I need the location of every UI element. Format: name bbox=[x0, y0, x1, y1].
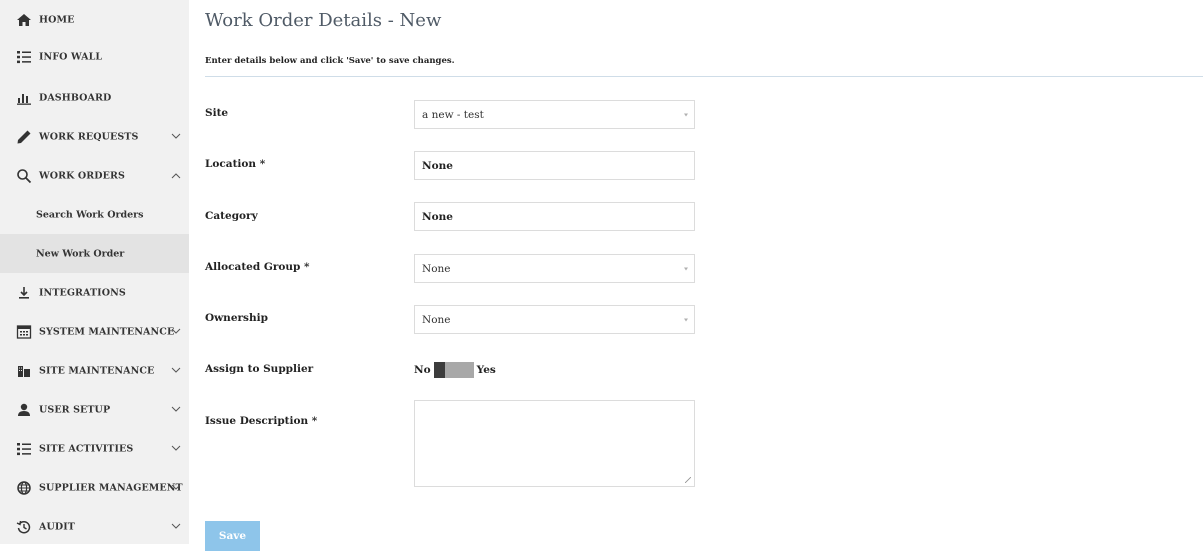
toggle-on-label: Yes bbox=[476, 364, 496, 376]
chevron-down-icon[interactable] bbox=[171, 405, 181, 415]
sidebar-item-label: HOME bbox=[39, 14, 75, 25]
assign-to-supplier-label: Assign to Supplier bbox=[205, 363, 314, 375]
sidebar-item-label: INFO WALL bbox=[39, 51, 103, 62]
pencil-icon bbox=[15, 128, 33, 146]
sidebar-item-label: INTEGRATIONS bbox=[39, 287, 126, 298]
page-title: Work Order Details - New bbox=[205, 10, 442, 31]
caret-down-icon bbox=[684, 113, 688, 116]
chevron-down-icon[interactable] bbox=[171, 522, 181, 532]
main-content: Work Order Details - New Enter details b… bbox=[189, 0, 1203, 551]
sidebar-subitem-new-work-order[interactable]: New Work Order bbox=[0, 234, 189, 273]
site-label: Site bbox=[205, 107, 229, 119]
bar-chart-icon bbox=[15, 89, 33, 107]
category-label: Category bbox=[205, 210, 258, 222]
chevron-down-icon[interactable] bbox=[171, 132, 181, 142]
sidebar-item-label: SYSTEM MAINTENANCE bbox=[39, 326, 175, 337]
caret-down-icon bbox=[684, 318, 688, 321]
sidebar-item-label: SITE MAINTENANCE bbox=[39, 365, 155, 376]
sidebar-item-label: WORK REQUESTS bbox=[39, 131, 139, 142]
list-icon bbox=[15, 440, 33, 458]
issue-description-label: Issue Description * bbox=[205, 415, 318, 427]
sidebar-subitem-label: Search Work Orders bbox=[36, 209, 144, 220]
allocated-group-select[interactable]: None bbox=[414, 254, 695, 283]
home-icon bbox=[15, 11, 33, 29]
chevron-down-icon[interactable] bbox=[171, 444, 181, 454]
arrow-down-icon bbox=[15, 284, 33, 302]
location-field[interactable]: None bbox=[414, 151, 695, 180]
sidebar-item-work-orders[interactable]: WORK ORDERS bbox=[0, 156, 189, 195]
sidebar-subitem-label: New Work Order bbox=[36, 248, 125, 259]
sidebar-item-user-setup[interactable]: USER SETUP bbox=[0, 390, 189, 429]
calendar-icon bbox=[15, 323, 33, 341]
category-field[interactable]: None bbox=[414, 202, 695, 231]
chevron-down-icon[interactable] bbox=[171, 366, 181, 376]
sidebar-subitem-search-work-orders[interactable]: Search Work Orders bbox=[0, 195, 189, 234]
location-label: Location * bbox=[205, 158, 266, 170]
building-icon bbox=[15, 362, 33, 380]
chevron-down-icon[interactable] bbox=[171, 327, 181, 337]
ownership-label: Ownership bbox=[205, 312, 268, 324]
toggle-track[interactable] bbox=[433, 362, 474, 378]
category-field-value: None bbox=[422, 210, 453, 223]
chevron-up-icon[interactable] bbox=[171, 171, 181, 181]
chevron-down-icon[interactable] bbox=[171, 483, 181, 493]
sidebar-item-label: AUDIT bbox=[39, 521, 75, 532]
save-button[interactable]: Save bbox=[205, 521, 260, 551]
history-icon bbox=[15, 518, 33, 536]
resize-handle-icon[interactable] bbox=[685, 477, 691, 483]
list-icon bbox=[15, 48, 33, 66]
instructions-text: Enter details below and click 'Save' to … bbox=[205, 56, 455, 66]
sidebar: HOME INFO WALL DASHBOARD WORK REQUESTS W… bbox=[0, 0, 189, 544]
sidebar-item-integrations[interactable]: INTEGRATIONS bbox=[0, 273, 189, 312]
sidebar-item-label: SUPPLIER MANAGEMENT bbox=[39, 482, 183, 493]
sidebar-item-audit[interactable]: AUDIT bbox=[0, 507, 189, 546]
caret-down-icon bbox=[684, 267, 688, 270]
sidebar-item-label: SITE ACTIVITIES bbox=[39, 443, 134, 454]
sidebar-item-label: USER SETUP bbox=[39, 404, 111, 415]
divider bbox=[205, 76, 1203, 77]
globe-icon bbox=[15, 479, 33, 497]
allocated-group-label: Allocated Group * bbox=[205, 261, 310, 273]
sidebar-item-label: WORK ORDERS bbox=[39, 170, 125, 181]
ownership-select[interactable]: None bbox=[414, 305, 695, 334]
sidebar-item-supplier-management[interactable]: SUPPLIER MANAGEMENT bbox=[0, 468, 189, 507]
search-icon bbox=[15, 167, 33, 185]
sidebar-item-site-maintenance[interactable]: SITE MAINTENANCE bbox=[0, 351, 189, 390]
site-select[interactable]: a new - test bbox=[414, 100, 695, 129]
ownership-select-value: None bbox=[422, 313, 451, 326]
toggle-off-label: No bbox=[414, 364, 431, 376]
user-icon bbox=[15, 401, 33, 419]
allocated-group-select-value: None bbox=[422, 262, 451, 275]
assign-to-supplier-toggle[interactable]: No Yes bbox=[414, 362, 496, 378]
sidebar-item-home[interactable]: HOME bbox=[0, 0, 189, 39]
sidebar-item-work-requests[interactable]: WORK REQUESTS bbox=[0, 117, 189, 156]
sidebar-item-site-activities[interactable]: SITE ACTIVITIES bbox=[0, 429, 189, 468]
sidebar-item-label: DASHBOARD bbox=[39, 92, 112, 103]
sidebar-item-info-wall[interactable]: INFO WALL bbox=[0, 37, 189, 76]
sidebar-item-dashboard[interactable]: DASHBOARD bbox=[0, 78, 189, 117]
location-field-value: None bbox=[422, 159, 453, 172]
issue-description-textarea[interactable] bbox=[414, 400, 695, 487]
sidebar-item-system-maintenance[interactable]: SYSTEM MAINTENANCE bbox=[0, 312, 189, 351]
toggle-knob[interactable] bbox=[433, 362, 445, 378]
site-select-value: a new - test bbox=[422, 108, 484, 121]
